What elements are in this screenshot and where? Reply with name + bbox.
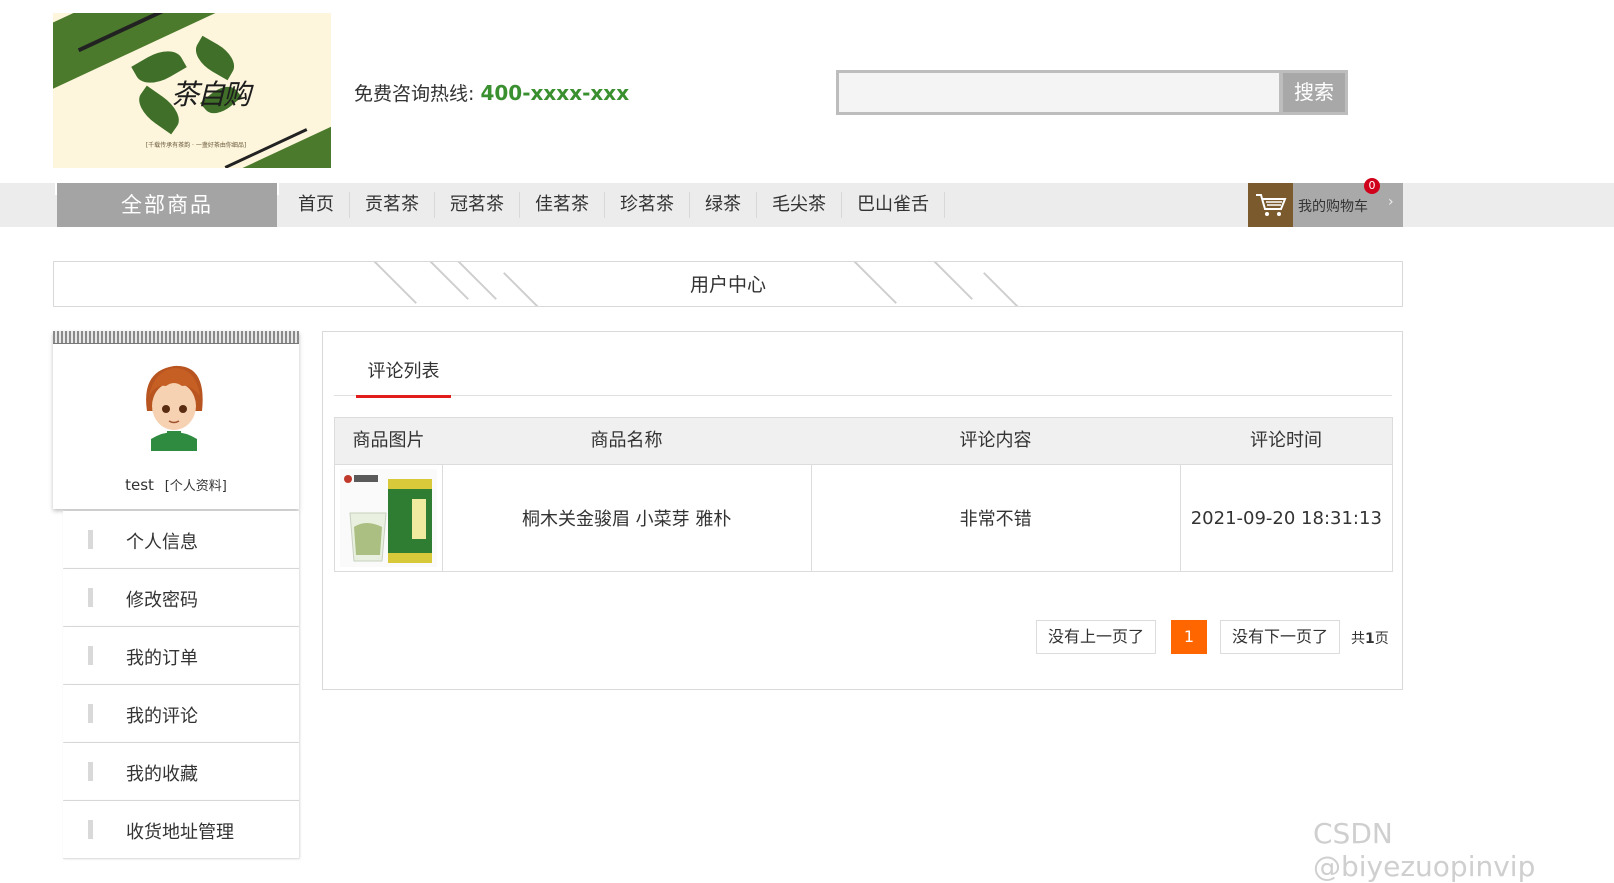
menu-item-label: 我的订单 (126, 648, 198, 669)
menu-item-change-password[interactable]: 修改密码 (63, 569, 299, 627)
comment-content-cell: 非常不错 (812, 465, 1181, 571)
search-box: 搜索 (836, 70, 1348, 115)
table-header: 商品图片 商品名称 评论内容 评论时间 (335, 418, 1392, 464)
site-logo[interactable]: 茶自购 [千载传承有茶韵 · 一盏好茶由你细品] (53, 13, 331, 168)
hotline-label: 免费咨询热线: (354, 83, 475, 105)
all-goods-label: 全部商品 (121, 193, 213, 217)
table-row: 桐木关金骏眉 小菜芽 雅朴 非常不错 2021-09-20 18:31:13 (335, 464, 1392, 571)
logo-slogan: [千载传承有茶韵 · 一盏好茶由你细品] (145, 142, 247, 149)
menu-item-label: 我的收藏 (126, 764, 198, 785)
profile-link[interactable]: [个人资料] (165, 479, 227, 494)
profile-card: test [个人资料] (53, 331, 299, 509)
nav-item-bashan-queshe[interactable]: 巴山雀舌 (842, 192, 945, 218)
page-title: 用户中心 (689, 274, 766, 296)
nav-item-home[interactable]: 首页 (283, 192, 350, 218)
menu-item-my-orders[interactable]: 我的订单 (63, 627, 299, 685)
hotline: 免费咨询热线: 400-xxxx-xxx (354, 79, 629, 106)
current-page-button[interactable]: 1 (1171, 620, 1207, 654)
watermark: CSDN @biyezuopinvip (1313, 817, 1536, 883)
logo-brand-text: 茶自购 (171, 78, 251, 111)
comments-table: 商品图片 商品名称 评论内容 评论时间 桐木关金骏眉 小菜芽 雅朴 非常不错 2… (334, 417, 1393, 572)
nav-items: 首页 贡茗茶 冠茗茶 佳茗茶 珍茗茶 绿茶 毛尖茶 巴山雀舌 (283, 183, 945, 227)
nav-item-zhenming[interactable]: 珍茗茶 (605, 192, 690, 218)
tab-comment-list[interactable]: 评论列表 (356, 357, 451, 398)
comment-time-cell: 2021-09-20 18:31:13 (1190, 507, 1382, 529)
cart-label: 我的购物车 (1298, 199, 1368, 215)
product-image-cell (335, 465, 443, 571)
total-suffix: 页 (1374, 631, 1389, 647)
menu-item-label: 个人信息 (126, 532, 198, 553)
column-header: 商品名称 (590, 430, 663, 451)
hotline-number: 400-xxxx-xxx (480, 81, 630, 105)
cart-count-badge: 0 (1364, 178, 1380, 194)
menu-item-label: 修改密码 (126, 590, 198, 611)
menu-item-label: 我的评论 (126, 706, 198, 727)
menu-item-label: 收货地址管理 (126, 822, 234, 843)
page-title-banner: 用户中心 (53, 261, 1403, 307)
menu-item-my-favorites[interactable]: 我的收藏 (63, 743, 299, 801)
menu-item-address-management[interactable]: 收货地址管理 (63, 801, 299, 859)
profile-name: test [个人资料] (53, 475, 299, 494)
nav-item-green-tea[interactable]: 绿茶 (690, 192, 757, 218)
column-header: 评论时间 (1250, 430, 1322, 451)
avatar (129, 351, 219, 451)
main-nav: 全部商品 首页 贡茗茶 冠茗茶 佳茗茶 珍茗茶 绿茶 毛尖茶 巴山雀舌 我的购物… (0, 178, 1614, 227)
product-name-cell[interactable]: 桐木关金骏眉 小菜芽 雅朴 (443, 465, 812, 571)
cart-button[interactable]: 我的购物车 0 › (1248, 178, 1403, 227)
user-menu: 个人信息 修改密码 我的订单 我的评论 我的收藏 收货地址管理 (63, 511, 299, 859)
nav-item-gongming[interactable]: 贡茗茶 (350, 192, 435, 218)
nav-item-jiaming[interactable]: 佳茗茶 (520, 192, 605, 218)
comments-panel: 评论列表 商品图片 商品名称 评论内容 评论时间 桐木关金骏眉 小菜芽 雅朴 非… (322, 331, 1403, 690)
username: test (125, 476, 154, 494)
search-button[interactable]: 搜索 (1283, 73, 1345, 112)
shopping-cart-icon (1248, 183, 1293, 227)
nav-item-maojian[interactable]: 毛尖茶 (757, 192, 842, 218)
prev-page-button[interactable]: 没有上一页了 (1036, 620, 1156, 654)
total-pages-value: 1 (1365, 631, 1375, 647)
column-header: 评论内容 (959, 430, 1032, 451)
column-header: 商品图片 (352, 430, 425, 451)
chevron-right-icon: › (1388, 194, 1394, 210)
tab-row: 评论列表 (334, 332, 1392, 398)
search-input[interactable] (839, 73, 1279, 112)
menu-item-personal-info[interactable]: 个人信息 (63, 511, 299, 569)
decorative-border (53, 331, 299, 344)
next-page-button[interactable]: 没有下一页了 (1220, 620, 1340, 654)
product-image[interactable] (339, 469, 437, 567)
total-pages: 共1页 (1351, 628, 1389, 648)
nav-item-guanming[interactable]: 冠茗茶 (435, 192, 520, 218)
pagination: 没有上一页了 1 没有下一页了 共1页 (323, 620, 1404, 654)
total-prefix: 共 (1351, 631, 1365, 647)
all-goods-button[interactable]: 全部商品 (55, 181, 279, 227)
menu-item-my-comments[interactable]: 我的评论 (63, 685, 299, 743)
